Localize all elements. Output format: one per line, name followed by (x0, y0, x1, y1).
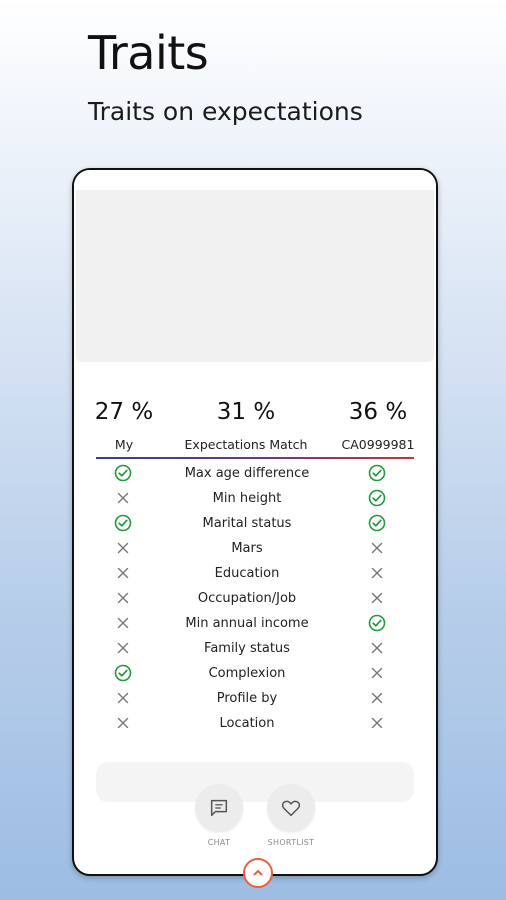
trait-label: Max age difference (184, 466, 310, 481)
trait-label: Profile by (216, 691, 278, 706)
partner-cross-icon (368, 564, 386, 582)
trait-row: Max age difference (74, 461, 436, 486)
phone-frame: 27 % My 31 % Expectations Match 36 % CA0… (72, 168, 438, 876)
scroll-up-button[interactable] (243, 858, 273, 888)
chat-button[interactable] (195, 784, 243, 832)
partner-cross-icon (368, 664, 386, 682)
chat-icon (210, 799, 228, 817)
trait-label: Family status (204, 641, 290, 656)
trait-label: Education (214, 566, 280, 581)
trait-row: Min height (74, 486, 436, 511)
my-cross-icon (114, 589, 132, 607)
trait-label: Location (219, 716, 275, 731)
trait-label: Occupation/Job (197, 591, 297, 606)
page-subtitle: Traits on expectations (88, 97, 363, 126)
chat-label: CHAT (207, 838, 231, 847)
match-percentage: 31 % (216, 399, 276, 425)
my-cross-icon (114, 689, 132, 707)
partner-cross-icon (368, 689, 386, 707)
trait-row: Min annual income (74, 611, 436, 636)
partner-check-icon (368, 614, 386, 632)
partner-percentage: 36 % (348, 399, 408, 425)
trait-row: Marital status (74, 511, 436, 536)
trait-row: Profile by (74, 686, 436, 711)
my-check-icon (114, 464, 132, 482)
trait-row: Occupation/Job (74, 586, 436, 611)
trait-row: Family status (74, 636, 436, 661)
my-cross-icon (114, 489, 132, 507)
traits-list: Max age difference Min height Marital stat… (74, 461, 436, 736)
partner-stat: 36 % CA0999981 (334, 395, 422, 452)
trait-row: Complexion (74, 661, 436, 686)
partner-check-icon (368, 464, 386, 482)
my-cross-icon (114, 614, 132, 632)
trait-label: Min height (212, 491, 282, 506)
my-cross-icon (114, 714, 132, 732)
bottom-card (96, 762, 414, 802)
my-check-icon (114, 664, 132, 682)
profile-media-placeholder (76, 190, 434, 362)
stats-divider (96, 457, 414, 459)
match-label: Expectations Match (184, 437, 308, 452)
shortlist-button[interactable] (267, 784, 315, 832)
trait-label: Complexion (208, 666, 286, 681)
chevron-up-icon (253, 869, 263, 876)
my-stat: 27 % My (88, 395, 160, 452)
trait-label: Min annual income (185, 616, 309, 631)
my-cross-icon (114, 564, 132, 582)
partner-cross-icon (368, 639, 386, 657)
trait-label: Mars (231, 541, 263, 556)
match-stats: 27 % My 31 % Expectations Match 36 % CA0… (74, 395, 436, 455)
page-title: Traits (88, 26, 209, 80)
my-cross-icon (114, 639, 132, 657)
trait-row: Mars (74, 536, 436, 561)
partner-cross-icon (368, 714, 386, 732)
heart-icon (281, 800, 301, 817)
partner-check-icon (368, 514, 386, 532)
my-percentage: 27 % (94, 399, 154, 425)
trait-row: Location (74, 711, 436, 736)
shortlist-label: SHORTLIST (267, 838, 315, 847)
my-check-icon (114, 514, 132, 532)
my-label: My (114, 437, 134, 452)
status-bar (74, 170, 436, 190)
my-cross-icon (114, 539, 132, 557)
trait-label: Marital status (202, 516, 292, 531)
trait-row: Education (74, 561, 436, 586)
partner-cross-icon (368, 589, 386, 607)
partner-cross-icon (368, 539, 386, 557)
partner-id-label: CA0999981 (341, 437, 415, 452)
partner-check-icon (368, 489, 386, 507)
expectations-match-stat: 31 % Expectations Match (172, 395, 320, 452)
